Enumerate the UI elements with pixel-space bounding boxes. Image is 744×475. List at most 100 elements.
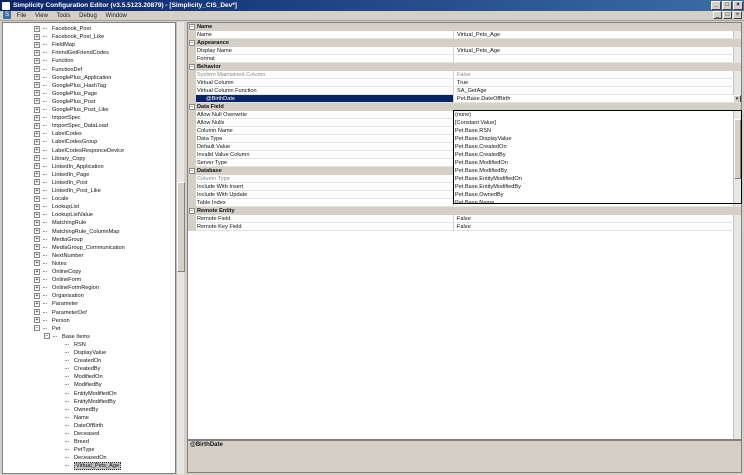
tree-item[interactable]: + MediaGroup [34,236,83,244]
tree-item[interactable]: + GooglePlus_Post_Like [34,106,109,114]
property-row[interactable]: Display Name Virtual_Pets_Age [188,47,741,55]
expand-icon[interactable]: + [34,187,40,194]
expand-icon[interactable]: + [34,268,40,275]
tree-leaf-item[interactable]: Deceased [65,430,99,438]
tree-item[interactable]: + OnlineFormRegion [34,284,99,292]
collapse-icon[interactable]: − [189,104,195,111]
collapse-icon[interactable]: − [189,24,195,31]
property-value[interactable]: False [455,71,741,79]
expand-icon[interactable]: + [34,82,40,89]
tree-item[interactable]: + Facebook_Post [34,25,91,33]
expand-icon[interactable]: + [34,228,40,235]
property-value[interactable]: Virtual_Pets_Age [455,47,741,55]
tree-item[interactable]: + Locale [34,195,68,203]
expand-icon[interactable]: + [34,41,40,48]
tree-item[interactable]: + FriendGetFriendCodes [34,49,109,57]
expand-icon[interactable]: + [34,203,40,210]
property-category[interactable]: − Remote Entity [188,207,741,215]
expand-icon[interactable]: + [34,106,40,113]
tree-leaf-item[interactable]: DisplayValue [65,349,106,357]
expand-icon[interactable]: + [34,74,40,81]
dropdown-option[interactable]: Pet.Base.DisplayValue [454,135,741,143]
property-category[interactable]: − Behavior [188,63,741,71]
tree-item[interactable]: + Organisation [34,292,84,300]
property-value[interactable]: False [455,215,741,223]
tree-item[interactable]: + LabelCodes [34,130,82,138]
expand-icon[interactable]: + [34,195,40,202]
tree-item[interactable]: + LabelCodesGroup [34,138,97,146]
property-row[interactable]: @BirthDate Pet.Base.DateOfBirth ▾ [188,95,741,103]
doc-minimize-button[interactable]: _ [713,11,722,19]
property-value[interactable]: True [455,79,741,87]
tree-item[interactable]: + LinkedIn_Page [34,171,89,179]
tree-scrollbar[interactable] [176,22,185,474]
tree-leaf-item[interactable]: RSN [65,341,86,349]
expand-icon[interactable]: + [34,300,40,307]
expand-icon[interactable]: + [34,284,40,291]
doc-close-button[interactable]: × [733,11,742,19]
expand-icon[interactable]: + [34,130,40,137]
property-value[interactable]: False [455,223,741,231]
expand-icon[interactable]: + [34,236,40,243]
expand-icon[interactable]: + [34,66,40,73]
tree-item[interactable]: + Function [34,57,73,65]
dropdown-option[interactable]: Pet.Base.EntityModifiedBy [454,183,741,191]
tree-item[interactable]: + LinkedIn_Post [34,179,87,187]
maximize-button[interactable]: □ [722,1,732,10]
menu-debug[interactable]: Debug [79,13,97,19]
expand-icon[interactable]: + [34,33,40,40]
tree-item[interactable]: + MediaGroup_Communication [34,244,125,252]
dropdown-option[interactable]: Pet.Base.RSN [454,127,741,135]
property-row[interactable]: Remote Key Field False [188,223,741,231]
tree-scrollbar-thumb[interactable] [177,182,185,272]
tree-item[interactable]: + Parameter [34,300,78,308]
tree-item[interactable]: − Pet [34,325,60,333]
tree-leaf-item-selected[interactable]: Virtual_Pets_Age [65,462,122,471]
collapse-icon[interactable]: − [189,64,195,71]
tree-item[interactable]: + FieldMap [34,41,75,49]
menu-view[interactable]: View [35,13,48,19]
expand-icon[interactable]: + [34,211,40,218]
tree-leaf-item[interactable]: CreatedBy [65,365,100,373]
expand-icon[interactable]: + [34,57,40,64]
tree-leaf-item[interactable]: Breed [65,438,89,446]
expand-icon[interactable]: + [34,25,40,32]
tree-item[interactable]: + ImportSpec_DataLoad [34,122,108,130]
tree-item[interactable]: + LinkedIn_Application [34,163,104,171]
property-value[interactable]: Virtual_Pets_Age [455,31,741,39]
tree-item[interactable]: + LookupListValue [34,211,93,219]
expand-icon[interactable]: + [34,138,40,145]
tree-item[interactable]: + ImportSpec [34,114,81,122]
dropdown-option[interactable]: Pet.Base.EntityModifiedOn [454,175,741,183]
tree-leaf-item[interactable]: EntityModifiedBy [65,398,116,406]
tree-leaf-item[interactable]: EntityModifiedOn [65,390,117,398]
property-row[interactable]: Format [188,55,741,63]
expand-icon[interactable]: + [34,98,40,105]
tree-item[interactable]: + LinkedIn_Post_Like [34,187,101,195]
minimize-button[interactable]: _ [711,1,721,10]
expand-icon[interactable]: + [34,122,40,129]
dropdown-scrollbar-thumb[interactable] [734,119,741,179]
tree-item[interactable]: + GooglePlus_Application [34,74,111,82]
expand-icon[interactable]: + [34,163,40,170]
collapse-icon[interactable]: − [34,325,40,332]
dropdown-option[interactable]: Pet.Base.CreatedBy [454,151,741,159]
tree-item[interactable]: + OnlineForm [34,276,81,284]
tree-item[interactable]: + OnlineCopy [34,268,81,276]
tree-leaf-item[interactable]: ModifiedBy [65,381,102,389]
property-category[interactable]: − Appearance [188,39,741,47]
dropdown-arrow-icon[interactable]: ▾ [733,95,741,102]
expand-icon[interactable]: + [34,317,40,324]
expand-icon[interactable]: + [34,171,40,178]
property-row[interactable]: System Maintained Column False [188,71,741,79]
property-row[interactable]: Virtual Column True [188,79,741,87]
tree-leaf-item[interactable]: CreatedOn [65,357,101,365]
tree-item[interactable]: + Person [34,317,70,325]
property-value[interactable]: Pet.Base.DateOfBirth ▾ [455,95,741,103]
tree-leaf-item[interactable]: PetType [65,446,95,454]
dropdown-scrollbar[interactable] [733,111,741,203]
tree-group-base-items[interactable]: − Base Items [44,333,90,341]
tree-item[interactable]: + ParameterDef [34,309,87,317]
tree-item[interactable]: + Facebook_Post_Like [34,33,104,41]
tree-item[interactable]: + GooglePlus_Page [34,90,97,98]
